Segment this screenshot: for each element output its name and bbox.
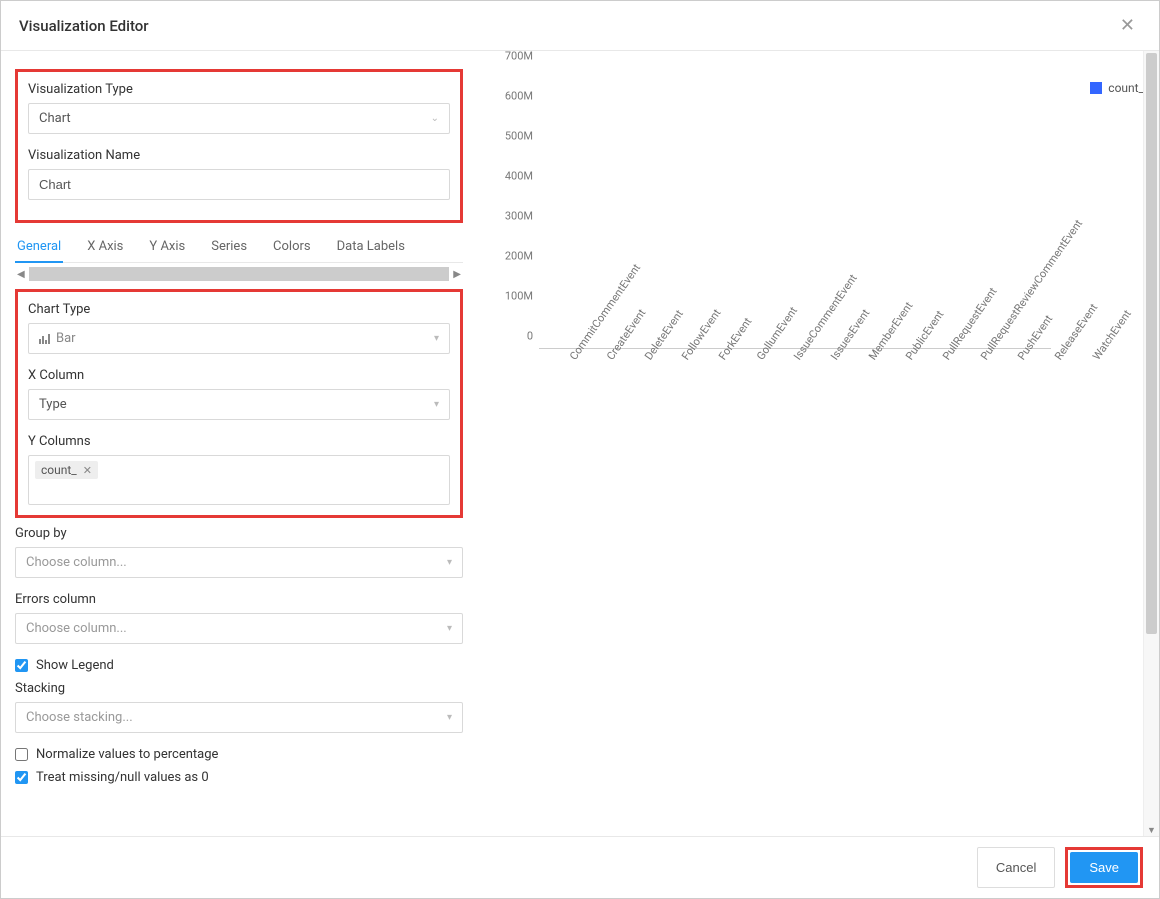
x-tick-label: ReleaseEvent bbox=[1052, 354, 1063, 362]
viz-type-label: Visualization Type bbox=[28, 82, 450, 97]
tab-general[interactable]: General bbox=[15, 231, 63, 262]
show-legend-checkbox[interactable] bbox=[15, 659, 28, 672]
highlight-viz-meta: Visualization Type Chart ⌄ Visualization… bbox=[15, 69, 463, 223]
errors-column-select[interactable]: Choose column... ▾ bbox=[15, 613, 463, 644]
chart-type-select[interactable]: Bar ▾ bbox=[28, 323, 450, 354]
x-tick-label: PullRequestEvent bbox=[940, 354, 951, 362]
scroll-right-icon[interactable]: ▶ bbox=[451, 269, 463, 280]
scroll-down-icon[interactable]: ▼ bbox=[1144, 825, 1159, 836]
y-tick: 300M bbox=[505, 210, 533, 223]
chart-y-axis: 0100M200M300M400M500M600M700M bbox=[491, 69, 539, 349]
x-tick-label: IssueCommentEvent bbox=[791, 354, 802, 362]
cancel-button[interactable]: Cancel bbox=[977, 847, 1055, 888]
y-tick: 400M bbox=[505, 170, 533, 183]
normalize-label: Normalize values to percentage bbox=[36, 747, 218, 762]
y-tick: 700M bbox=[505, 51, 533, 63]
viz-type-select[interactable]: Chart ⌄ bbox=[28, 103, 450, 134]
show-legend-label: Show Legend bbox=[36, 658, 114, 673]
legend-swatch bbox=[1090, 82, 1102, 94]
chevron-down-icon: ▾ bbox=[434, 399, 439, 410]
x-tick-label: CreateEvent bbox=[604, 354, 615, 362]
x-column-value: Type bbox=[39, 397, 67, 412]
group-by-label: Group by bbox=[15, 526, 463, 541]
treat-missing-checkbox[interactable] bbox=[15, 771, 28, 784]
x-tick-label: PullRequestReviewCommentEvent bbox=[978, 354, 989, 362]
normalize-checkbox[interactable] bbox=[15, 748, 28, 761]
bar-chart-icon bbox=[39, 334, 50, 344]
x-tick-label: MemberEvent bbox=[866, 354, 877, 362]
scroll-thumb[interactable] bbox=[1146, 53, 1157, 634]
tag-remove-icon[interactable]: ✕ bbox=[83, 464, 92, 477]
x-column-select[interactable]: Type ▾ bbox=[28, 389, 450, 420]
tab-data-labels[interactable]: Data Labels bbox=[335, 231, 407, 262]
y-tick: 600M bbox=[505, 90, 533, 103]
scroll-left-icon[interactable]: ◀ bbox=[15, 269, 27, 280]
x-tick-label: ForkEvent bbox=[716, 354, 727, 362]
y-columns-input[interactable]: count_ ✕ bbox=[28, 455, 450, 505]
settings-tabs: General X Axis Y Axis Series Colors Data… bbox=[15, 231, 463, 263]
y-column-tag-label: count_ bbox=[41, 463, 77, 477]
y-columns-label: Y Columns bbox=[28, 434, 450, 449]
errors-column-label: Errors column bbox=[15, 592, 463, 607]
group-by-placeholder: Choose column... bbox=[26, 555, 127, 570]
close-button[interactable]: ✕ bbox=[1114, 13, 1141, 38]
chart-legend: count_ bbox=[1090, 81, 1144, 95]
viz-name-input[interactable] bbox=[28, 169, 450, 200]
chevron-down-icon: ▾ bbox=[447, 712, 452, 723]
y-tick: 500M bbox=[505, 130, 533, 143]
tab-y-axis[interactable]: Y Axis bbox=[147, 231, 187, 262]
viz-name-label: Visualization Name bbox=[28, 148, 450, 163]
chevron-down-icon: ⌄ bbox=[431, 113, 439, 124]
x-column-label: X Column bbox=[28, 368, 450, 383]
treat-missing-label: Treat missing/null values as 0 bbox=[36, 770, 209, 785]
y-column-tag: count_ ✕ bbox=[35, 461, 98, 479]
chevron-down-icon: ▾ bbox=[447, 557, 452, 568]
chart-type-label: Chart Type bbox=[28, 302, 450, 317]
chevron-down-icon: ▾ bbox=[434, 333, 439, 344]
chevron-down-icon: ▾ bbox=[447, 623, 452, 634]
highlight-save: Save bbox=[1065, 847, 1143, 888]
stacking-label: Stacking bbox=[15, 681, 463, 696]
viz-type-value: Chart bbox=[39, 111, 71, 126]
save-button[interactable]: Save bbox=[1070, 852, 1138, 883]
y-tick: 100M bbox=[505, 290, 533, 303]
x-tick-label: DeleteEvent bbox=[642, 354, 653, 362]
y-tick: 0 bbox=[527, 330, 533, 343]
group-by-select[interactable]: Choose column... ▾ bbox=[15, 547, 463, 578]
stacking-placeholder: Choose stacking... bbox=[26, 710, 133, 725]
errors-placeholder: Choose column... bbox=[26, 621, 127, 636]
y-tick: 200M bbox=[505, 250, 533, 263]
x-tick-label: IssuesEvent bbox=[828, 354, 839, 362]
vertical-scrollbar[interactable]: ▲ ▼ bbox=[1143, 51, 1159, 836]
highlight-chart-config: Chart Type Bar ▾ X Column Type ▾ bbox=[15, 289, 463, 518]
x-tick-label: PublicEvent bbox=[903, 354, 914, 362]
x-tick-label: PushEvent bbox=[1015, 354, 1026, 362]
x-tick-label: WatchEvent bbox=[1090, 354, 1101, 362]
chart-type-value: Bar bbox=[56, 331, 76, 346]
x-tick-label: FollowEvent bbox=[679, 354, 690, 362]
close-icon: ✕ bbox=[1120, 15, 1135, 35]
modal-title: Visualization Editor bbox=[19, 17, 149, 35]
chart-preview: count_ 0100M200M300M400M500M600M700M bbox=[491, 69, 1139, 349]
x-tick-label: GollumEvent bbox=[754, 354, 765, 362]
tab-colors[interactable]: Colors bbox=[271, 231, 313, 262]
tab-series[interactable]: Series bbox=[209, 231, 249, 262]
chart-x-axis: CommitCommentEvent CreateEvent DeleteEvent… bbox=[539, 349, 1099, 368]
tab-x-axis[interactable]: X Axis bbox=[85, 231, 125, 262]
scroll-track[interactable] bbox=[29, 267, 450, 281]
x-tick-label: CommitCommentEvent bbox=[567, 354, 578, 362]
tab-scrollbar[interactable]: ◀ ▶ bbox=[15, 267, 463, 281]
stacking-select[interactable]: Choose stacking... ▾ bbox=[15, 702, 463, 733]
legend-label: count_ bbox=[1108, 81, 1144, 95]
